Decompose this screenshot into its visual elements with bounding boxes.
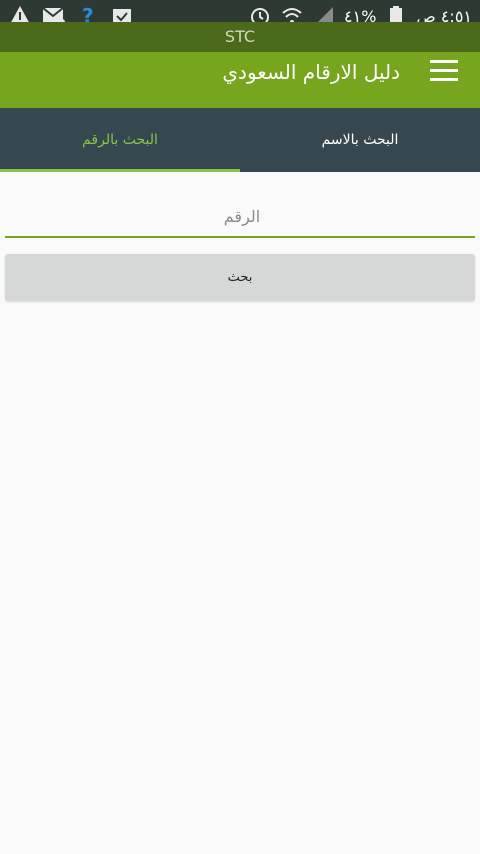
number-input[interactable] [5,196,479,236]
tab-search-by-name[interactable]: البحث بالاسم [240,108,480,172]
tab-bar: البحث بالرقم البحث بالاسم [0,108,480,172]
menu-icon[interactable] [430,60,458,82]
number-field-container [5,196,479,238]
carrier-label: STC [0,22,480,52]
tab-search-by-number[interactable]: البحث بالرقم [0,108,240,172]
app-bar: دليل الارقام السعودي [0,52,480,108]
app-title: دليل الارقام السعودي [222,60,400,84]
search-button[interactable]: بحث [5,254,475,301]
